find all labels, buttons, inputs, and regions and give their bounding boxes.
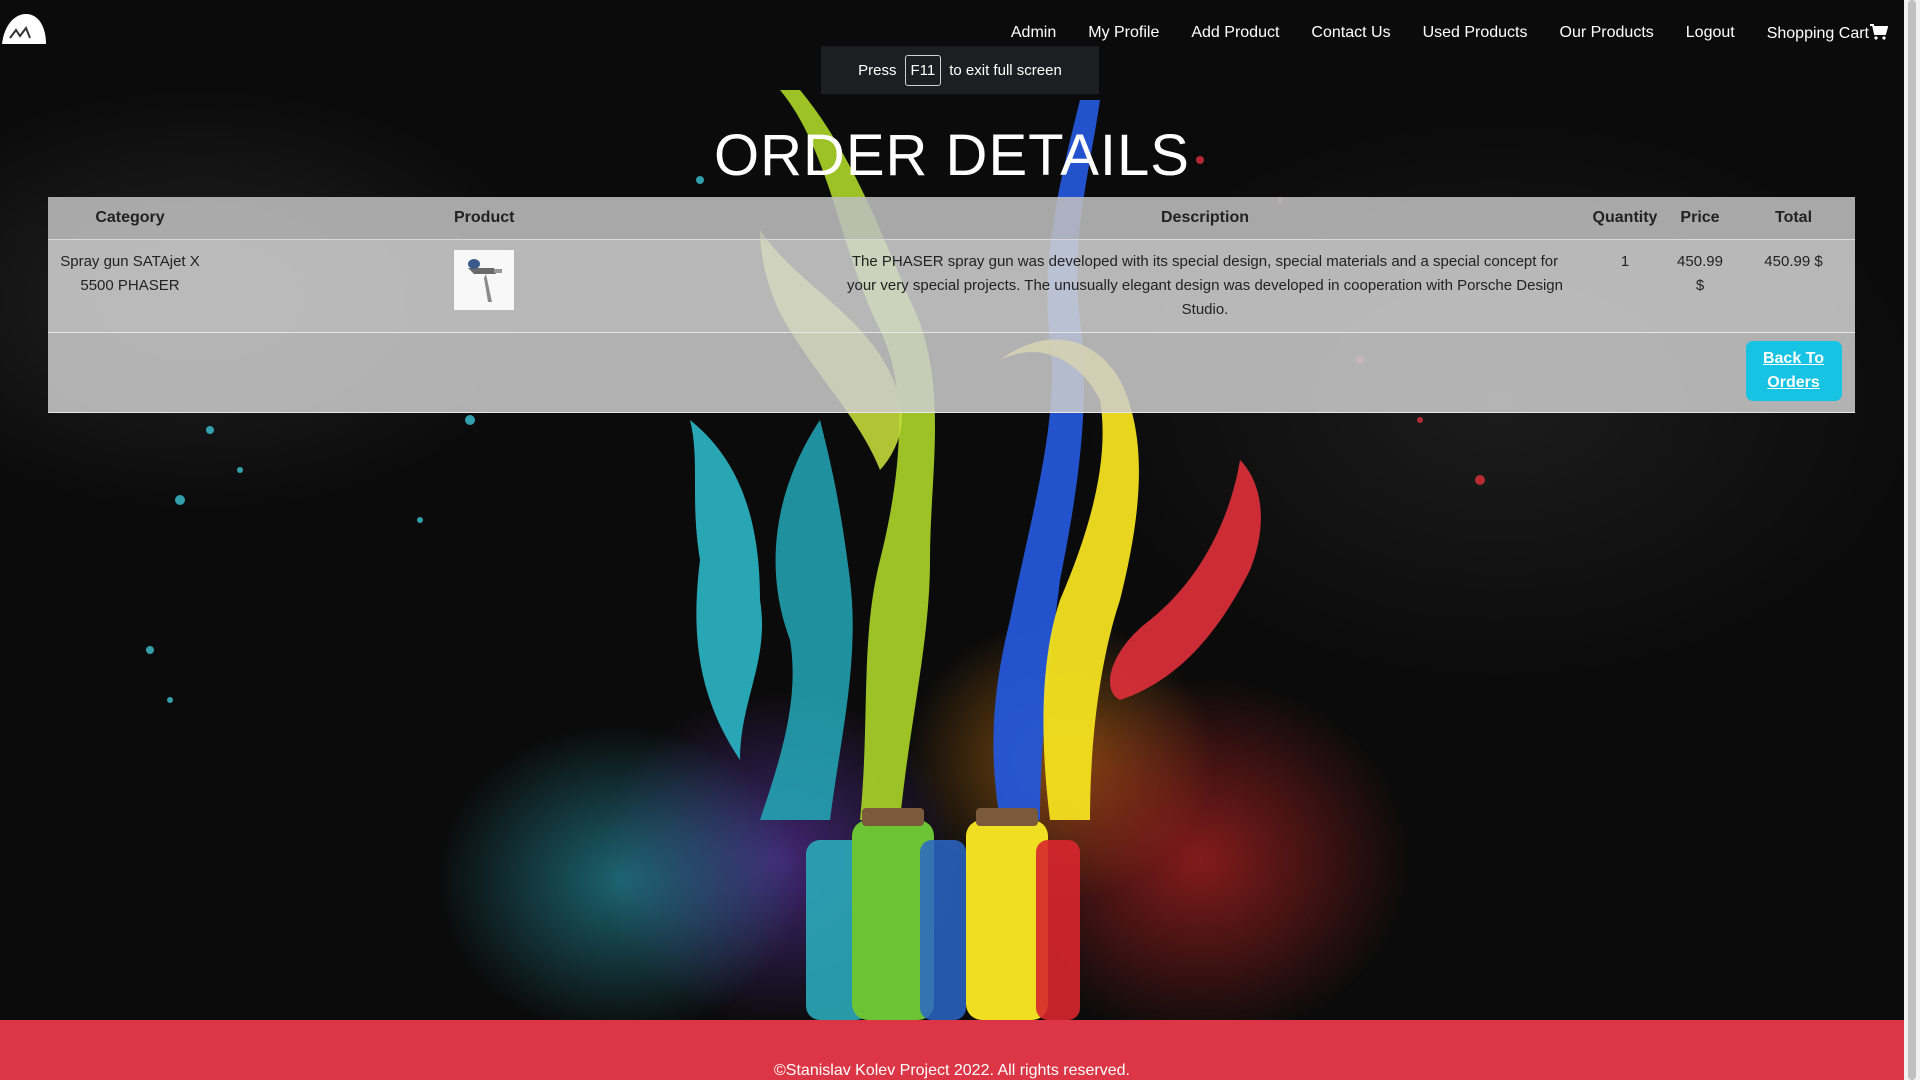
f11-key: F11 [904, 54, 942, 86]
nav-used-products[interactable]: Used Products [1423, 24, 1528, 45]
site-logo[interactable] [0, 8, 46, 46]
header-product: Product [212, 197, 828, 240]
back-to-orders-button[interactable]: Back To Orders [1745, 341, 1842, 401]
nav-logout[interactable]: Logout [1686, 24, 1735, 45]
nav-admin[interactable]: Admin [1011, 24, 1056, 45]
page-title: ORDER DETAILS [713, 123, 1190, 188]
header-quantity: Quantity [1582, 197, 1668, 240]
header-total: Total [1732, 197, 1855, 240]
cell-product [212, 239, 828, 333]
cell-total: 450.99 $ [1732, 239, 1855, 333]
nav-contact-us[interactable]: Contact Us [1311, 24, 1390, 45]
header-price: Price [1668, 197, 1732, 240]
fullscreen-notice: Press F11 to exit full screen [821, 46, 1099, 94]
header-category: Category [48, 197, 212, 240]
cell-description: The PHASER spray gun was developed with … [828, 239, 1582, 333]
nav-shopping-cart[interactable]: Shopping Cart [1766, 24, 1889, 45]
nav-our-products[interactable]: Our Products [1560, 24, 1654, 45]
table-actions-spacer [48, 332, 1732, 413]
nav-my-profile[interactable]: My Profile [1088, 24, 1159, 45]
fullscreen-notice-press: Press [858, 61, 897, 79]
cell-category: Spray gun SATAjet X 5500 PHASER [48, 239, 212, 333]
page-scrollbar[interactable] [1904, 0, 1920, 1080]
fullscreen-notice-text: to exit full screen [949, 61, 1062, 79]
header-description: Description [828, 197, 1582, 240]
table-header-row: Category Product Description Quantity Pr… [48, 197, 1855, 240]
shopping-cart-icon [1870, 24, 1889, 45]
footer-copyright: ©Stanislav Kolev Project 2022. All right… [774, 1062, 1130, 1079]
table-row: Spray gun SATAjet X 5500 PHASER The PHAS… [48, 239, 1855, 333]
nav-shopping-cart-label: Shopping Cart [1766, 25, 1869, 42]
table-actions-cell: Back To Orders [1732, 332, 1855, 413]
main-navigation: Admin My Profile Add Product Contact Us … [979, 24, 1889, 45]
spray-gun-thumbnail[interactable] [454, 250, 514, 310]
scrollbar-thumb[interactable] [1908, 0, 1916, 1080]
nav-add-product[interactable]: Add Product [1191, 24, 1279, 45]
site-footer: ©Stanislav Kolev Project 2022. All right… [0, 1020, 1904, 1080]
order-details-table: Category Product Description Quantity Pr… [48, 197, 1855, 413]
cell-quantity: 1 [1582, 239, 1668, 333]
table-actions-row: Back To Orders [48, 332, 1855, 413]
cell-price: 450.99 $ [1668, 239, 1732, 333]
